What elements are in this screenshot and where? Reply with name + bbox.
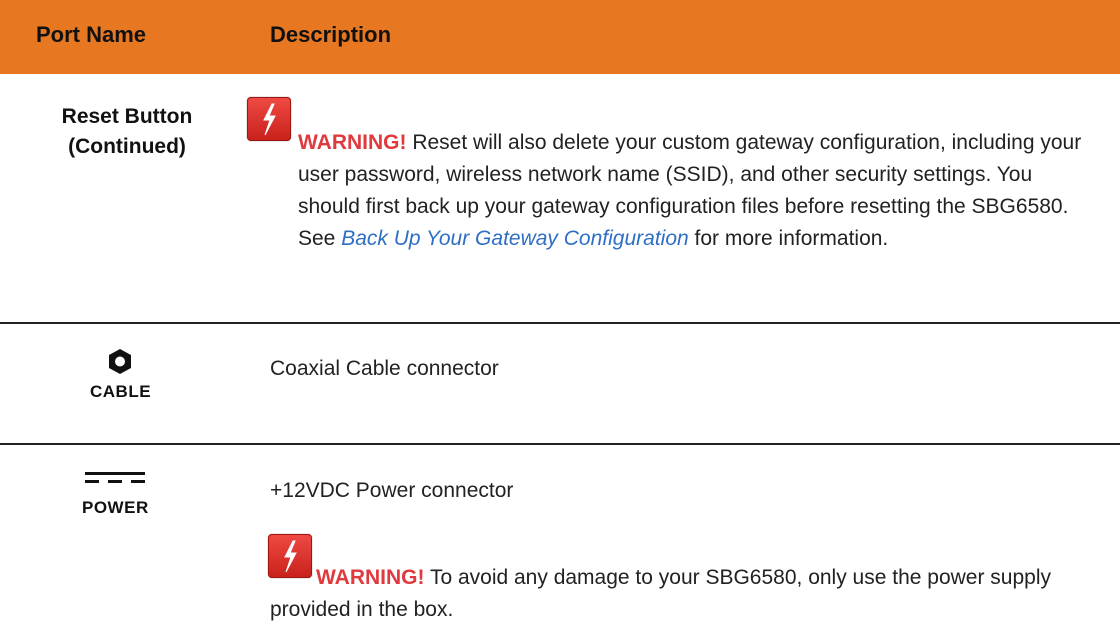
warning-body-2: for more information. — [688, 227, 889, 250]
cable-port-icon: CABLE — [84, 346, 156, 406]
port-name-line-1: Reset Button — [61, 105, 193, 128]
power-icon-label: POWER — [82, 498, 149, 517]
column-header-port-name: Port Name — [36, 22, 147, 47]
port-name-reset-button: Reset Button (Continued) — [22, 102, 232, 162]
cable-description: Coaxial Cable connector — [270, 357, 499, 380]
power-warning-text: WARNING! To avoid any damage to your SBG… — [270, 562, 1100, 626]
dc-power-icon — [85, 472, 145, 483]
lightning-warning-icon — [247, 97, 291, 141]
port-name-line-2: (Continued) — [68, 135, 186, 158]
power-port-icon: POWER — [82, 470, 158, 526]
row-divider-2 — [0, 443, 1120, 445]
cable-icon-label: CABLE — [90, 382, 152, 401]
warning-label: WARNING! — [316, 566, 425, 589]
warning-label: WARNING! — [298, 131, 407, 154]
power-description: +12VDC Power connector — [270, 479, 514, 502]
backup-config-link[interactable]: Back Up Your Gateway Configuration — [341, 227, 688, 250]
table-header: Port Name Description — [0, 0, 1120, 74]
reset-warning-text: WARNING! Reset will also delete your cus… — [298, 127, 1098, 255]
row-divider-1 — [0, 322, 1120, 324]
column-header-description: Description — [270, 22, 392, 47]
coaxial-cable-icon — [109, 349, 131, 374]
